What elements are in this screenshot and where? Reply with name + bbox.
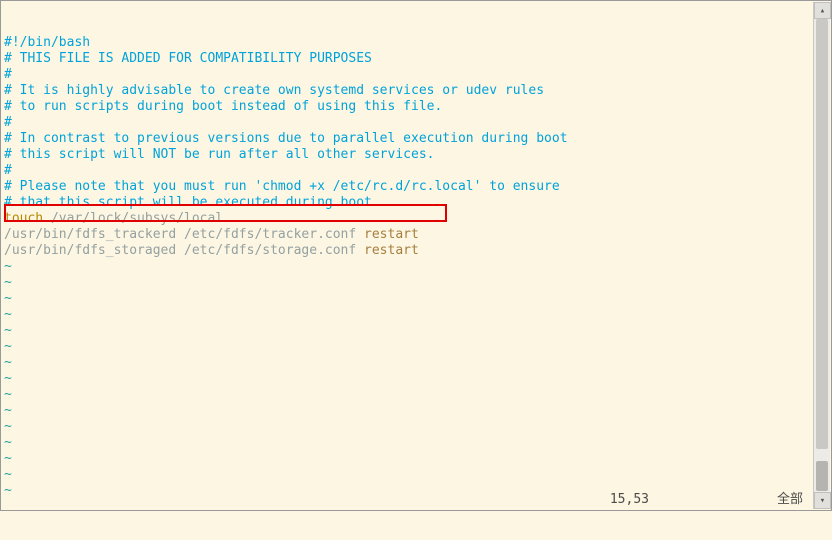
editor-line: ~ [4, 323, 809, 339]
scroll-thumb-lower[interactable] [816, 461, 828, 491]
shell-arg: restart [364, 243, 419, 258]
tilde-row: ~ [4, 275, 12, 290]
vim-status-bar: 15,53 全部 [4, 492, 809, 508]
editor-line: # [4, 163, 809, 179]
scroll-thumb[interactable] [816, 19, 828, 449]
comment-text: # THIS FILE IS ADDED FOR COMPATIBILITY P… [4, 51, 372, 66]
editor-line: ~ [4, 435, 809, 451]
cursor-position: 15,53 [610, 492, 649, 508]
comment-text: # this script will NOT be run after all … [4, 147, 434, 162]
comment-text: # Please note that you must run 'chmod +… [4, 179, 560, 194]
comment-text: # [4, 115, 12, 130]
editor-line: ~ [4, 291, 809, 307]
tilde-row: ~ [4, 419, 12, 434]
shell-path: /usr/bin/fdfs_storaged /etc/fdfs/storage… [4, 243, 364, 258]
comment-text: # to run scripts during boot instead of … [4, 99, 442, 114]
editor-line: touch /var/lock/subsys/local [4, 211, 809, 227]
editor-line: ~ [4, 307, 809, 323]
editor-viewport[interactable]: #!/bin/bash# THIS FILE IS ADDED FOR COMP… [4, 3, 809, 508]
editor-line: # [4, 67, 809, 83]
shell-path: /usr/bin/fdfs_trackerd /etc/fdfs/tracker… [4, 227, 364, 242]
editor-line: /usr/bin/fdfs_storaged /etc/fdfs/storage… [4, 243, 809, 259]
shell-path: /var/lock/subsys/local [43, 211, 223, 226]
editor-line: /usr/bin/fdfs_trackerd /etc/fdfs/tracker… [4, 227, 809, 243]
editor-line: # Please note that you must run 'chmod +… [4, 179, 809, 195]
editor-line: ~ [4, 467, 809, 483]
editor-line: ~ [4, 451, 809, 467]
tilde-row: ~ [4, 371, 12, 386]
tilde-row: ~ [4, 451, 12, 466]
editor-line: #!/bin/bash [4, 35, 809, 51]
scroll-up-button[interactable]: ▴ [814, 2, 831, 19]
editor-line: ~ [4, 275, 809, 291]
scroll-down-button[interactable]: ▾ [814, 492, 831, 509]
tilde-row: ~ [4, 323, 12, 338]
editor-line: ~ [4, 371, 809, 387]
tilde-row: ~ [4, 355, 12, 370]
editor-line: # to run scripts during boot instead of … [4, 99, 809, 115]
editor-line: # It is highly advisable to create own s… [4, 83, 809, 99]
tilde-row: ~ [4, 291, 12, 306]
comment-text: # [4, 163, 12, 178]
editor-line: ~ [4, 387, 809, 403]
editor-line: ~ [4, 259, 809, 275]
vertical-scrollbar[interactable]: ▴ ▾ [813, 2, 830, 509]
editor-line: # THIS FILE IS ADDED FOR COMPATIBILITY P… [4, 51, 809, 67]
comment-text: # In contrast to previous versions due t… [4, 131, 568, 146]
editor-line: ~ [4, 339, 809, 355]
tilde-row: ~ [4, 387, 12, 402]
tilde-row: ~ [4, 467, 12, 482]
editor-line: # this script will NOT be run after all … [4, 147, 809, 163]
editor-line: ~ [4, 355, 809, 371]
tilde-row: ~ [4, 339, 12, 354]
tilde-row: ~ [4, 435, 12, 450]
comment-text: # that this script will be executed duri… [4, 195, 380, 210]
editor-line: # that this script will be executed duri… [4, 195, 809, 211]
shell-command: touch [4, 211, 43, 226]
tilde-row: ~ [4, 259, 12, 274]
comment-text: # It is highly advisable to create own s… [4, 83, 544, 98]
shell-arg: restart [364, 227, 419, 242]
editor-line: # [4, 115, 809, 131]
scroll-indicator: 全部 [777, 492, 803, 508]
comment-text: #!/bin/bash [4, 35, 90, 50]
tilde-row: ~ [4, 403, 12, 418]
editor-line: ~ [4, 403, 809, 419]
comment-text: # [4, 67, 12, 82]
editor-line: ~ [4, 419, 809, 435]
tilde-row: ~ [4, 307, 12, 322]
editor-line: # In contrast to previous versions due t… [4, 131, 809, 147]
